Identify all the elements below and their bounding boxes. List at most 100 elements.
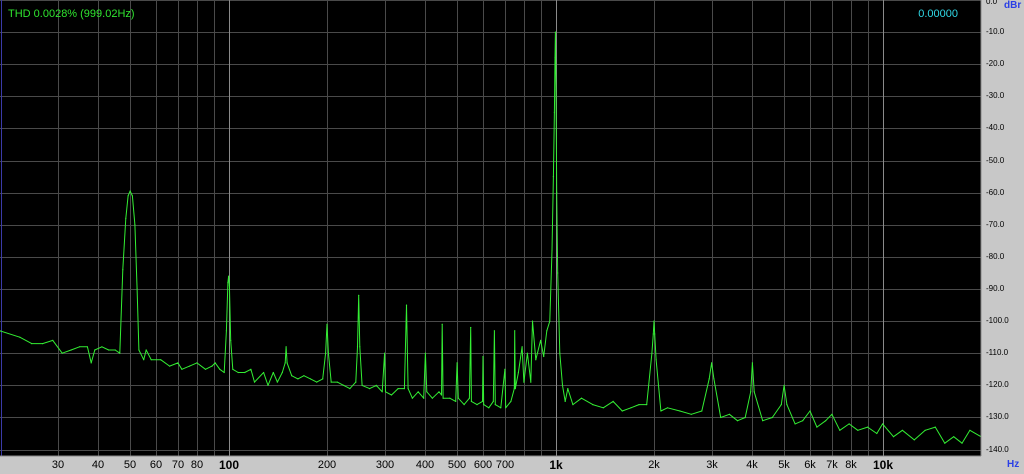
spectrum-point	[857, 429, 859, 431]
spectrum-point	[138, 349, 140, 351]
spectrum-point	[250, 368, 252, 370]
spectrum-point	[442, 397, 444, 399]
spectrum-point	[561, 384, 564, 386]
spectrum-point	[145, 349, 147, 351]
spectrum-point	[361, 384, 363, 386]
spectrum-point	[169, 365, 171, 367]
spectrum-point	[953, 436, 955, 438]
spectrum-point	[356, 346, 359, 348]
y-tick-label: -40.0	[986, 123, 1005, 132]
spectrum-point	[554, 57, 556, 59]
y-tick-label: -100.0	[986, 316, 1009, 325]
spectrum-point	[564, 400, 566, 402]
spectrum-point	[78, 346, 81, 348]
spectrum-point	[809, 410, 811, 412]
spectrum-point	[720, 416, 722, 419]
spectrum-point	[551, 249, 553, 252]
y-tick-label: -20.0	[986, 59, 1005, 68]
spectrum-point	[549, 320, 551, 322]
spectrum-point	[343, 384, 345, 386]
y-tick-label: -10.0	[986, 27, 1005, 36]
spectrum-point	[816, 426, 818, 428]
y-axis-unit: dBr	[1004, 0, 1022, 11]
spectrum-point	[316, 381, 318, 383]
spectrum-point	[753, 391, 755, 393]
spectrum-point	[961, 442, 963, 444]
x-tick-label: 70	[171, 459, 185, 471]
spectrum-point	[397, 388, 399, 390]
x-tick-label: 500	[447, 459, 467, 471]
spectrum-point	[494, 404, 496, 406]
spectrum-point	[127, 195, 129, 197]
x-tick-label: 40	[91, 459, 105, 471]
spectrum-point	[440, 394, 443, 396]
x-tick-label: 4k	[746, 459, 758, 471]
spectrum-point	[580, 397, 583, 399]
spectrum-point	[468, 397, 470, 399]
spectrum-point	[355, 381, 357, 383]
spectrum-point	[61, 352, 63, 354]
spectrum-point	[441, 323, 443, 325]
spectrum-point	[483, 404, 485, 406]
spectrum-point	[510, 400, 512, 402]
spectrum-point	[411, 397, 413, 399]
spectrum-point	[204, 368, 207, 370]
spectrum-point	[646, 404, 648, 406]
y-tick-label: 0.0	[986, 0, 998, 6]
y-tick-label: -60.0	[986, 188, 1005, 197]
x-tick-label: 10k	[872, 458, 894, 472]
spectrum-point	[546, 330, 548, 332]
spectrum-point	[219, 368, 221, 370]
spectrum-point	[535, 359, 537, 361]
spectrum-point	[651, 352, 653, 354]
spectrum-point	[514, 330, 516, 332]
spectrum-point	[913, 439, 915, 441]
x-tick-label: 700	[495, 459, 515, 471]
spectrum-point	[325, 352, 327, 354]
spectrum-point	[521, 346, 523, 348]
x-tick-label: 5k	[778, 459, 790, 471]
spectrum-point	[267, 384, 269, 386]
x-tick-label: 100	[218, 458, 240, 472]
spectrum-point	[690, 413, 692, 415]
spectrum-point	[825, 420, 827, 422]
spectrum-point	[802, 420, 804, 422]
spectrum-point	[653, 320, 655, 322]
spectrum-point	[150, 359, 152, 361]
spectrum-point	[839, 429, 841, 431]
spectrum-point	[602, 407, 604, 409]
spectrum-point	[530, 381, 532, 383]
spectrum-point	[359, 346, 361, 348]
x-tick-label: 8k	[845, 459, 857, 471]
spectrum-point	[129, 190, 131, 192]
spectrum-point	[31, 343, 33, 345]
spectrum-point	[679, 410, 681, 412]
spectrum-point	[572, 404, 574, 406]
spectrum-point	[403, 388, 405, 390]
spectrum-point	[285, 346, 287, 348]
thd-readout: THD 0.0028% (999.02Hz)	[8, 8, 135, 20]
spectrum-point	[652, 333, 654, 335]
x-tick-label: 400	[415, 459, 435, 471]
spectrum-point	[384, 352, 386, 354]
spectrum-point	[384, 391, 387, 393]
spectrum-point	[457, 397, 459, 399]
spectrum-point	[237, 371, 239, 374]
x-tick-label: 60	[149, 459, 163, 471]
x-tick-label: 80	[190, 459, 204, 471]
spectrum-point	[831, 413, 833, 415]
spectrum-point	[592, 404, 594, 406]
spectrum-point	[286, 362, 288, 364]
spectrum-point	[517, 371, 520, 374]
spectrum-point	[228, 285, 230, 287]
spectrum-point	[272, 371, 274, 374]
spectrum-point	[482, 355, 484, 358]
spectrum-point	[786, 404, 788, 406]
spectrum-point	[543, 355, 545, 358]
spectrum-chart	[0, 0, 1024, 474]
spectrum-point	[728, 413, 731, 415]
spectrum-point	[660, 410, 662, 412]
x-tick-label: 30	[51, 459, 65, 471]
spectrum-point	[119, 352, 121, 354]
spectrum-point	[449, 397, 451, 399]
